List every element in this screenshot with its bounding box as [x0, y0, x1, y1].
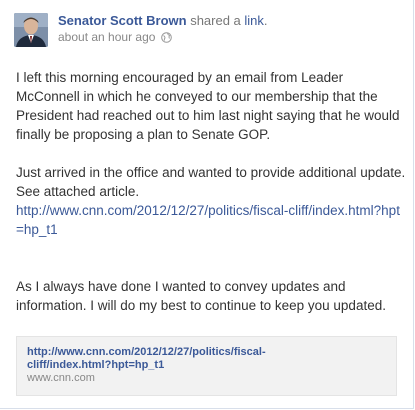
attachment-url-line-2: cliff/index.html?hpt=hp_t1 — [27, 359, 165, 371]
shared-prefix-text: shared a — [186, 13, 245, 28]
post-meta: about an hour ago — [58, 30, 173, 44]
globe-icon[interactable] — [161, 31, 173, 43]
shared-link-word[interactable]: link — [244, 13, 264, 28]
author-photo — [14, 13, 48, 47]
link-attachment-preview[interactable]: http://www.cnn.com/2012/12/27/politics/f… — [16, 336, 397, 396]
message-paragraph-1: I left this morning encouraged by an ema… — [16, 70, 400, 142]
message-paragraph-2: Just arrived in the office and wanted to… — [16, 163, 406, 258]
post-timestamp[interactable]: about an hour ago — [58, 30, 155, 44]
message-paragraph-2-text: Just arrived in the office and wanted to… — [16, 165, 406, 199]
post-header: Senator Scott Brown shared a link. — [58, 13, 268, 29]
attachment-url-line-1: http://www.cnn.com/2012/12/27/politics/f… — [27, 346, 266, 358]
shared-link-post: Senator Scott Brown shared a link. about… — [0, 0, 414, 409]
author-name-link[interactable]: Senator Scott Brown — [58, 13, 187, 28]
message-paragraph-3: As I always have done I wanted to convey… — [16, 279, 386, 313]
message-article-link[interactable]: http://www.cnn.com/2012/12/27/politics/f… — [16, 203, 400, 237]
shared-suffix-text: . — [263, 13, 268, 28]
author-avatar[interactable] — [14, 13, 48, 47]
attachment-domain: www.cnn.com — [27, 372, 95, 384]
attachment-link[interactable]: http://www.cnn.com/2012/12/27/politics/f… — [27, 346, 386, 372]
post-message: I left this morning encouraged by an ema… — [16, 68, 406, 334]
